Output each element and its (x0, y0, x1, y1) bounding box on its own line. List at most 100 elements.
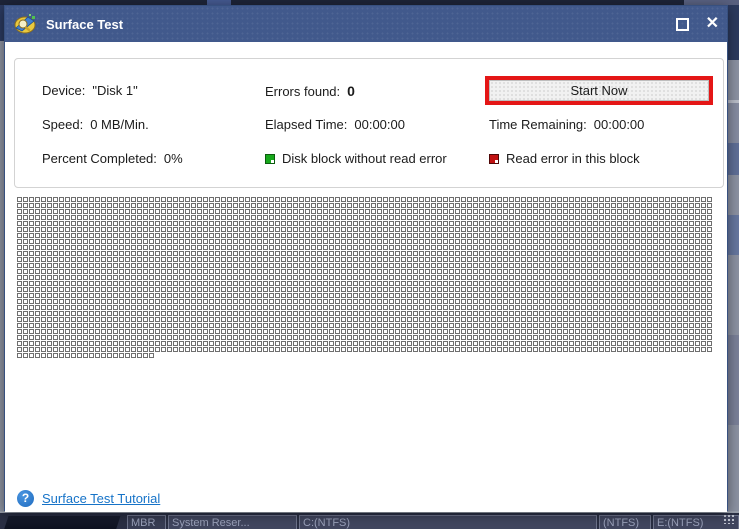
disk-block (209, 263, 214, 268)
disk-block (413, 257, 418, 262)
disk-block (41, 221, 46, 226)
disk-block (413, 299, 418, 304)
disk-block (581, 257, 586, 262)
disk-block (581, 233, 586, 238)
disk-block (653, 245, 658, 250)
surface-test-tutorial-link[interactable]: Surface Test Tutorial (42, 491, 160, 506)
disk-block (299, 335, 304, 340)
disk-block (545, 239, 550, 244)
disk-block (29, 347, 34, 352)
disk-block (485, 239, 490, 244)
disk-block (509, 209, 514, 214)
disk-block (233, 281, 238, 286)
disk-block (23, 245, 28, 250)
disk-block (107, 323, 112, 328)
disk-block (335, 263, 340, 268)
disk-block (95, 263, 100, 268)
disk-block (605, 317, 610, 322)
disk-block (203, 197, 208, 202)
disk-block (425, 203, 430, 208)
disk-block (431, 287, 436, 292)
disk-block (287, 275, 292, 280)
disk-block (47, 347, 52, 352)
disk-block (509, 233, 514, 238)
start-now-button[interactable]: Start Now (489, 80, 709, 101)
disk-block (161, 329, 166, 334)
disk-block (257, 197, 262, 202)
percent-completed-value: 0% (163, 151, 183, 166)
disk-block (17, 257, 22, 262)
disk-block (125, 281, 130, 286)
disk-block (443, 239, 448, 244)
disk-block (389, 221, 394, 226)
disk-block (311, 227, 316, 232)
disk-block (59, 293, 64, 298)
help-icon[interactable]: ? (17, 489, 34, 507)
disk-block (53, 245, 58, 250)
close-icon[interactable]: ✕ (706, 16, 719, 32)
disk-block (65, 341, 70, 346)
disk-block (611, 299, 616, 304)
disk-block (425, 239, 430, 244)
disk-block (71, 203, 76, 208)
disk-block (323, 299, 328, 304)
disk-block (587, 239, 592, 244)
disk-block (659, 245, 664, 250)
disk-block (671, 287, 676, 292)
disk-block (545, 227, 550, 232)
disk-block (689, 227, 694, 232)
disk-block (185, 221, 190, 226)
disk-block (59, 281, 64, 286)
disk-block (383, 317, 388, 322)
disk-block (503, 281, 508, 286)
disk-block (119, 281, 124, 286)
disk-block (551, 305, 556, 310)
disk-block (251, 275, 256, 280)
disk-block (341, 203, 346, 208)
disk-block (323, 209, 328, 214)
disk-block (395, 233, 400, 238)
dialog-titlebar[interactable]: Surface Test ✕ (5, 6, 727, 42)
disk-block (185, 275, 190, 280)
disk-block (533, 203, 538, 208)
disk-block (689, 329, 694, 334)
disk-block (131, 299, 136, 304)
disk-block (137, 245, 142, 250)
disk-block (95, 239, 100, 244)
disk-block (437, 245, 442, 250)
disk-block (623, 245, 628, 250)
disk-block (431, 347, 436, 352)
disk-block (257, 287, 262, 292)
disk-block (629, 215, 634, 220)
disk-block (611, 221, 616, 226)
disk-block (155, 239, 160, 244)
disk-block (497, 203, 502, 208)
disk-block (605, 269, 610, 274)
disk-block (179, 239, 184, 244)
disk-block (365, 317, 370, 322)
disk-block (581, 209, 586, 214)
disk-block (209, 209, 214, 214)
maximize-icon[interactable] (675, 17, 689, 31)
disk-block (671, 347, 676, 352)
disk-block (179, 251, 184, 256)
disk-block (695, 215, 700, 220)
disk-block (587, 245, 592, 250)
disk-block (701, 329, 706, 334)
disk-block (701, 275, 706, 280)
disk-block (563, 281, 568, 286)
disk-block (671, 227, 676, 232)
disk-block (35, 263, 40, 268)
disk-block (59, 335, 64, 340)
disk-block (197, 323, 202, 328)
disk-block (425, 311, 430, 316)
disk-block (185, 245, 190, 250)
disk-block (125, 311, 130, 316)
disk-block (503, 269, 508, 274)
disk-block (29, 299, 34, 304)
disk-block (395, 305, 400, 310)
disk-block (23, 269, 28, 274)
speed-label: Speed: (42, 117, 84, 132)
disk-block (89, 293, 94, 298)
disk-block (35, 239, 40, 244)
